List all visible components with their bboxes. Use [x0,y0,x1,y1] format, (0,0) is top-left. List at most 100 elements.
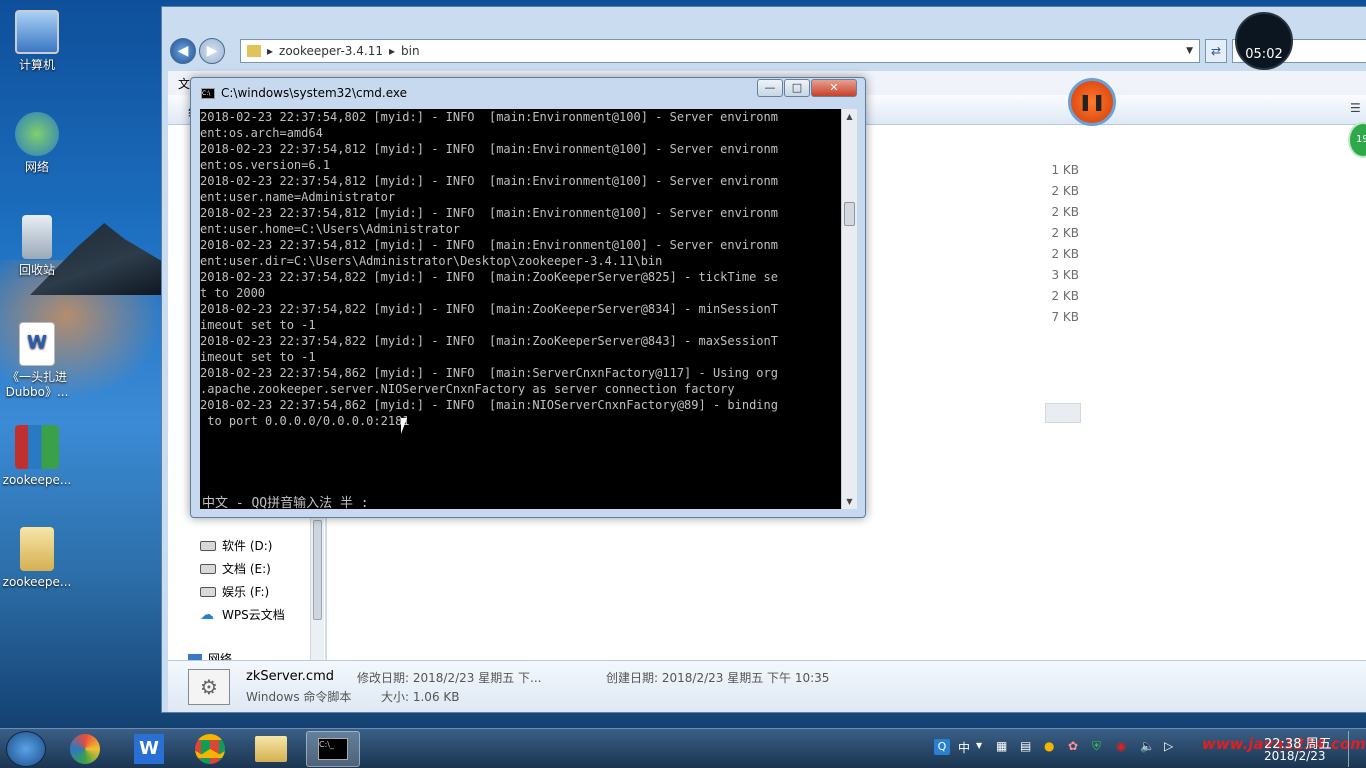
console-output[interactable]: 2018-02-23 22:37:54,802 [myid:] - INFO [… [200,109,841,509]
tree-item-drive-e[interactable]: 文档 (E:) [200,560,271,577]
computer-icon [15,10,59,54]
address-bar[interactable]: ▸ zookeeper-3.4.11 ▸ bin ▼ [240,39,1200,63]
tree-item-label: 娱乐 (F:) [222,585,270,599]
scroll-up-icon[interactable]: ▲ [842,109,857,124]
detail-size: 大小: 1.06 KB [381,690,460,704]
console-line: 2018-02-23 22:37:54,802 [myid:] - INFO [… [200,110,778,124]
folder-icon [247,45,261,57]
taskbar-app-wps[interactable]: W [122,731,176,767]
recycle-bin-icon [22,215,52,259]
view-options-icon[interactable]: ☰ [1350,101,1361,115]
console-line: imeout set to -1 [200,318,316,332]
refresh-button[interactable]: ⇄ [1205,39,1227,63]
clock-date[interactable]: 2018/2/23 [1264,749,1326,763]
desktop-icon-label: zookeepe... [2,575,72,589]
taskbar-app-cmd[interactable]: C:\_ [306,731,360,767]
file-size-cell: 2 KB [1051,205,1079,219]
console-line: ent:user.home=C:\Users\Administrator [200,222,461,236]
drive-icon [200,586,216,597]
taskbar-app-butterfly[interactable] [58,731,112,767]
menu-item-file[interactable]: 文 [178,75,190,92]
console-lines: 2018-02-23 22:37:54,802 [myid:] - INFO [… [200,109,841,429]
breadcrumb-separator-icon: ▸ [267,44,274,58]
file-size-cell: 2 KB [1051,184,1079,198]
console-line: 2018-02-23 22:37:54,862 [myid:] - INFO [… [200,366,778,380]
desktop-icon-network[interactable]: 网络 [0,112,74,175]
desktop-icon-doc[interactable]: W 《一头扎进Dubbo》... [0,322,74,400]
desktop-icon-label: 网络 [24,160,49,174]
console-line: ent:user.dir=C:\Users\Administrator\Desk… [200,254,663,268]
console-line: ent:user.name=Administrator [200,190,396,204]
desktop-icon-computer[interactable]: 计算机 [0,10,74,73]
tray-flower-icon[interactable]: ✿ [1068,739,1078,753]
console-scrollbar[interactable]: ▲ ▼ [841,109,857,509]
tray-chrome-icon[interactable]: ● [1044,739,1054,753]
show-desktop-button[interactable] [1348,731,1364,767]
file-size-cell: 3 KB [1051,268,1079,282]
scrollbar-thumb[interactable] [844,202,855,226]
start-button[interactable] [6,731,46,767]
scrollbar-thumb[interactable] [313,520,322,620]
desktop-icon-zookeeper-folder[interactable]: zookeepe... [0,527,74,590]
tree-item-label: WPS云文档 [222,608,285,622]
script-file-icon: ⚙ [188,669,230,705]
forward-button[interactable]: ▶ [199,38,225,64]
ime-language-indicator[interactable]: 中 [958,739,970,756]
console-line: 2018-02-23 22:37:54,812 [myid:] - INFO [… [200,174,778,188]
network-globe-icon [15,112,59,156]
desktop-icon-label: 《一头扎进Dubbo》... [5,370,69,399]
cmd-icon: C:\ [201,88,215,99]
drive-icon [200,540,216,551]
detail-file-type: Windows 命令脚本 [246,690,352,704]
breadcrumb-item[interactable]: bin [401,44,420,58]
console-line: 2018-02-23 22:37:54,822 [myid:] - INFO [… [200,270,778,284]
tray-network-icon[interactable]: ▦ [996,739,1007,753]
desktop-icon-zookeeper-archive[interactable]: zookeepe... [0,425,74,488]
taskbar-app-explorer[interactable] [244,731,298,767]
volume-icon[interactable]: 🔈 [1140,739,1155,753]
file-size-cell: 7 KB [1051,310,1079,324]
close-button[interactable]: ✕ [811,79,857,97]
chevron-down-icon[interactable]: ▼ [976,741,982,750]
console-line: 2018-02-23 22:37:54,822 [myid:] - INFO [… [200,302,778,316]
wps-document-icon: W [19,322,55,366]
taskbar-app-chrome[interactable] [183,731,237,767]
tree-item-wps-cloud[interactable]: ☁ WPS云文档 [200,606,285,623]
qq-input-icon[interactable]: Q [934,739,950,755]
scroll-down-icon[interactable]: ▼ [842,494,857,509]
system-tray: Q 中 ▼ ▦ ▤ ● ✿ ⛨ ◉ 🔈 ▷ www.java1234.com 2… [930,729,1366,768]
tree-item-drive-f[interactable]: 娱乐 (F:) [200,583,269,600]
recording-timer: 05:02 [1235,12,1293,70]
wps-writer-icon: W [134,734,164,764]
maximize-button[interactable]: □ [784,79,810,97]
tray-device-icon[interactable]: ▤ [1020,739,1031,753]
cmd-window: C:\ C:\windows\system32\cmd.exe — □ ✕ 20… [190,77,866,518]
ime-status-line: 中文 - QQ拼音输入法 半 : [202,496,369,509]
chevron-down-icon[interactable]: ▼ [1186,46,1193,56]
detail-modified: 修改日期: 2018/2/23 星期五 下... [357,671,542,685]
breadcrumb-item[interactable]: zookeeper-3.4.11 [279,44,383,58]
tray-shield-icon[interactable]: ⛨ [1092,739,1101,754]
console-line: ent:os.arch=amd64 [200,126,323,140]
desktop-icon-label: 回收站 [18,263,55,277]
pause-recording-button[interactable]: ❚❚ [1068,78,1116,126]
taskbar: W C:\_ Q 中 ▼ ▦ ▤ ● ✿ ⛨ ◉ 🔈 ▷ www.java123… [0,728,1366,768]
tree-item-drive-d[interactable]: 软件 (D:) [200,537,272,554]
console-line: .apache.zookeeper.server.NIOServerCnxnFa… [200,382,735,396]
console-line: t to 2000 [200,286,266,300]
folder-icon [255,736,287,762]
chrome-icon [195,734,225,764]
minimize-button[interactable]: — [757,79,783,97]
folder-icon [20,527,54,571]
file-size-cell: 2 KB [1051,289,1079,303]
desktop-icon-label: zookeepe... [2,473,72,487]
detail-created: 创建日期: 2018/2/23 星期五 下午 10:35 [606,671,830,685]
details-pane: ⚙ zkServer.cmd Windows 命令脚本 修改日期: 2018/2… [168,660,1366,712]
tray-security-icon[interactable]: ◉ [1116,739,1126,753]
tray-network-status-icon[interactable]: ▷ [1164,739,1173,753]
mouse-cursor-icon [401,418,407,434]
drive-icon [200,563,216,574]
cloud-icon: ☁ [200,606,214,623]
desktop-icon-recycle-bin[interactable]: 回收站 [0,215,74,278]
back-button[interactable]: ◀ [170,38,196,64]
